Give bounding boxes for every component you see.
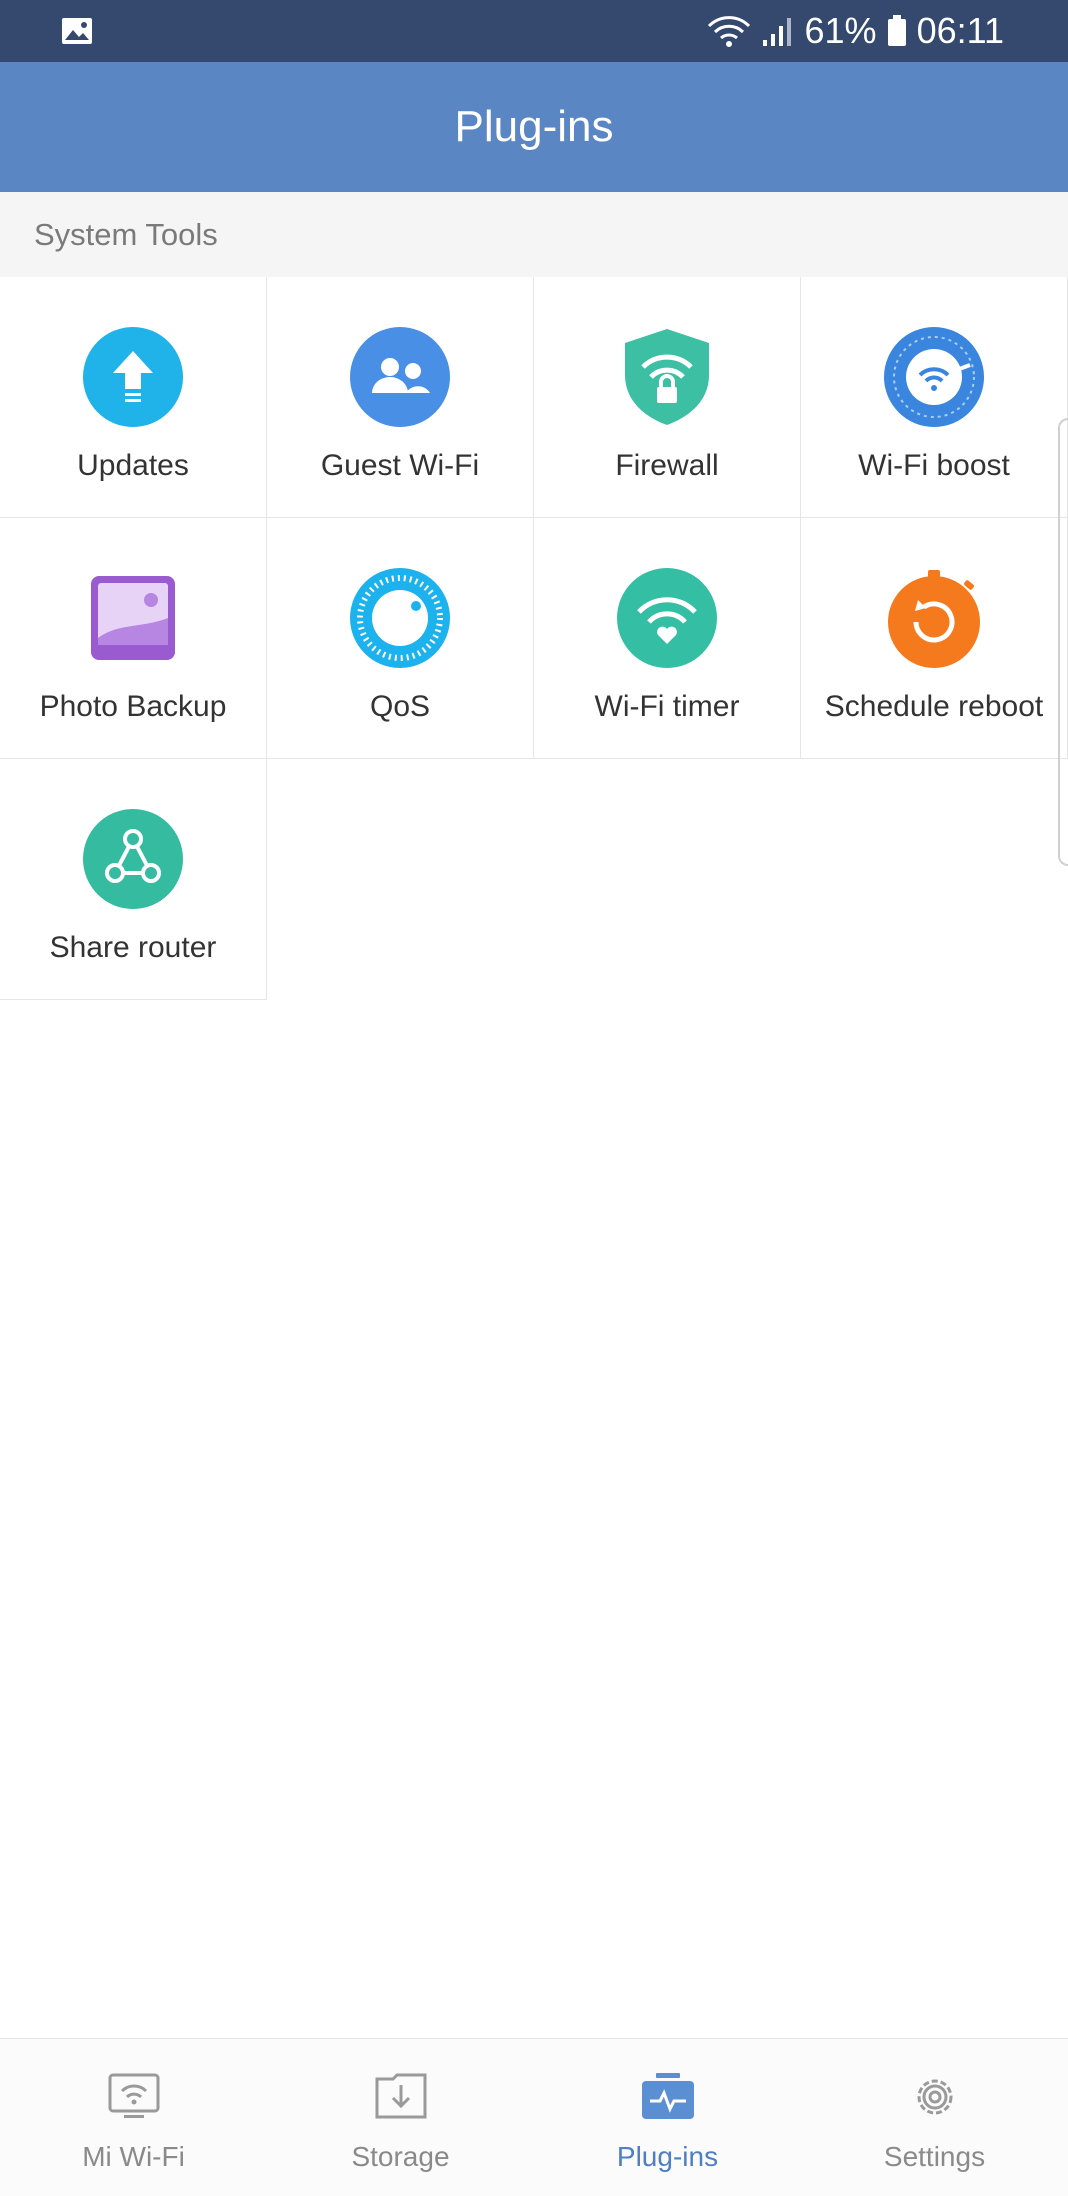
plugin-schedule-reboot[interactable]: Schedule reboot <box>801 518 1068 759</box>
section-title: System Tools <box>34 216 218 252</box>
clock: 06:11 <box>916 10 1004 51</box>
wifi-timer-icon <box>617 568 717 668</box>
guest-users-icon <box>350 327 450 427</box>
plugin-wifi-boost[interactable]: Wi-Fi boost <box>801 277 1068 518</box>
edge-panel-handle[interactable] <box>1058 418 1068 866</box>
qos-dial-icon <box>350 568 450 668</box>
cell-signal-icon <box>762 18 791 46</box>
share-icon <box>83 809 183 909</box>
bottom-nav: Mi Wi-Fi Storage Plug-ins Settings <box>0 2038 1068 2196</box>
router-wifi-icon <box>108 2073 159 2118</box>
nav-label: Mi Wi-Fi <box>82 2141 185 2172</box>
plugins-icon <box>641 2073 694 2119</box>
plugin-qos[interactable]: QoS <box>267 518 534 759</box>
status-bar: 61% 06:11 <box>0 0 1068 62</box>
plugin-label: Wi-Fi boost <box>858 449 1010 482</box>
storage-download-icon <box>375 2073 426 2119</box>
nav-settings[interactable]: Settings <box>801 2039 1068 2196</box>
status-right: 61% 06:11 <box>707 0 1004 62</box>
reboot-timer-icon <box>888 570 980 668</box>
plugin-photo-backup[interactable]: Photo Backup <box>0 518 267 759</box>
nav-label: Storage <box>351 2141 450 2172</box>
plugin-label: Guest Wi-Fi <box>320 449 480 482</box>
wifi-boost-icon <box>884 327 984 427</box>
plugin-wifi-timer[interactable]: Wi-Fi timer <box>534 518 801 759</box>
plugin-label: Updates <box>77 449 189 482</box>
plugin-label: Firewall <box>615 449 719 482</box>
plugin-guest-wifi[interactable]: Guest Wi-Fi <box>267 277 534 518</box>
battery-percent: 61% <box>804 10 877 51</box>
page-title: Plug-ins <box>454 102 614 151</box>
plugin-label: Share router <box>49 931 217 964</box>
nav-storage[interactable]: Storage <box>267 2039 534 2196</box>
nav-mi-wifi[interactable]: Mi Wi-Fi <box>0 2039 267 2196</box>
update-arrow-icon <box>83 327 183 427</box>
app-bar: Plug-ins <box>0 62 1068 192</box>
photo-icon <box>91 576 175 660</box>
nav-label: Settings <box>883 2141 986 2172</box>
plugin-label: QoS <box>369 690 431 723</box>
plugin-updates[interactable]: Updates <box>0 277 267 518</box>
shield-lock-icon <box>625 329 709 425</box>
wifi-signal-icon <box>707 16 750 47</box>
battery-icon <box>887 15 906 46</box>
gear-icon <box>917 2079 952 2115</box>
nav-label: Plug-ins <box>616 2141 719 2172</box>
image-icon <box>62 18 92 44</box>
section-header: System Tools <box>0 192 1068 277</box>
plugin-label: Photo Backup <box>39 690 227 723</box>
nav-plugins[interactable]: Plug-ins <box>534 2039 801 2196</box>
plugin-firewall[interactable]: Firewall <box>534 277 801 518</box>
plugin-label: Wi-Fi timer <box>594 690 740 723</box>
plugin-share-router[interactable]: Share router <box>0 759 267 1000</box>
plugin-label: Schedule reboot <box>824 690 1044 723</box>
